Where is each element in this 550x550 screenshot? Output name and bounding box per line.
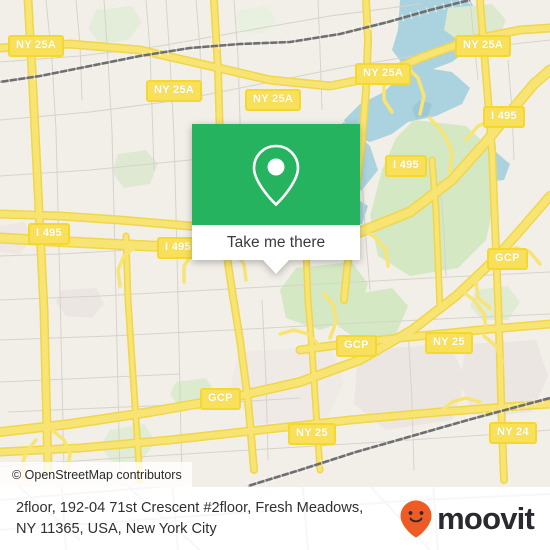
map-pin-icon <box>252 144 300 206</box>
road-shield: NY 25A <box>146 80 203 102</box>
callout-pin-area <box>192 124 360 225</box>
road-shield: GCP <box>200 388 241 410</box>
road-shield: GCP <box>487 248 528 270</box>
road-shield: NY 25A <box>355 63 412 85</box>
map-canvas[interactable]: NY 25A NY 25A NY 25A NY 25A NY 25A I 495 I 495… <box>0 0 550 487</box>
moovit-logo[interactable]: moovit <box>399 499 535 539</box>
callout-tail <box>263 260 289 274</box>
take-me-there-button[interactable]: Take me there <box>192 225 360 260</box>
moovit-map-share-card: NY 25A NY 25A NY 25A NY 25A NY 25A I 495 I 495… <box>0 0 550 550</box>
road-shield: NY 24 <box>489 422 537 444</box>
road-shield: I 495 <box>483 106 525 128</box>
moovit-pin-smiley-icon <box>400 500 432 537</box>
road-shield: NY 25A <box>8 35 65 57</box>
road-shield: NY 25 <box>288 423 336 445</box>
road-shield: I 495 <box>28 223 70 245</box>
footer-bar: 2floor, 192-04 71st Crescent #2floor, Fr… <box>0 487 550 550</box>
map-attribution: © OpenStreetMap contributors <box>0 462 192 487</box>
road-shield: NY 25A <box>455 35 512 57</box>
attribution-text: © OpenStreetMap contributors <box>12 467 182 482</box>
moovit-wordmark: moovit <box>437 501 535 536</box>
location-callout-card[interactable]: Take me there <box>192 124 360 274</box>
road-shield: NY 25A <box>245 89 302 111</box>
road-shield: GCP <box>336 335 377 357</box>
road-shield: I 495 <box>385 155 427 177</box>
address-label: 2floor, 192-04 71st Crescent #2floor, Fr… <box>16 499 364 537</box>
road-shield: NY 25 <box>425 332 473 354</box>
